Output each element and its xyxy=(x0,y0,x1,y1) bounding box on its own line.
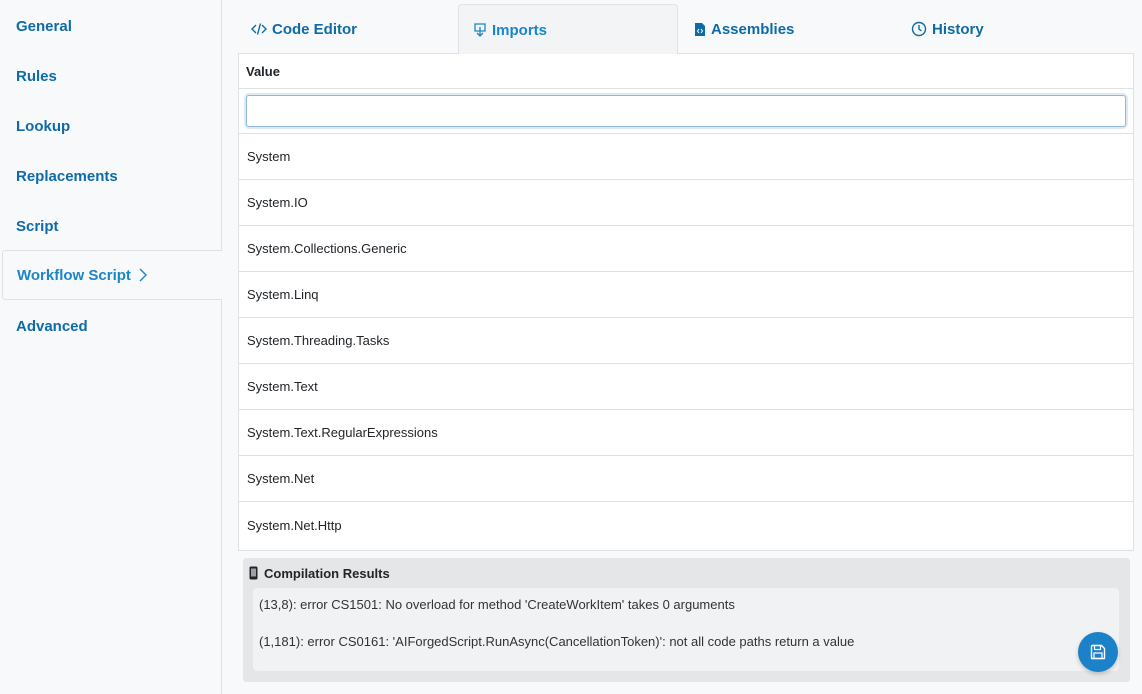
clock-icon xyxy=(911,21,927,37)
sidebar-item-label: Workflow Script xyxy=(17,266,131,284)
table-row[interactable]: System xyxy=(239,134,1133,180)
file-code-icon xyxy=(695,22,705,36)
sidebar-item-label: Script xyxy=(16,217,59,235)
tab-bar: Code Editor Imports Assemblies History xyxy=(238,4,1134,55)
table-row[interactable]: System.Text.RegularExpressions xyxy=(239,410,1133,456)
sidebar-item-label: Replacements xyxy=(16,167,118,185)
import-icon xyxy=(474,23,486,37)
sidebar-item-general[interactable]: General xyxy=(2,1,222,51)
table-row[interactable]: System.Net.Http xyxy=(239,502,1133,548)
sidebar-item-replacements[interactable]: Replacements xyxy=(2,151,222,201)
sidebar: General Rules Lookup Replacements Script… xyxy=(0,0,222,694)
compilation-messages: (13,8): error CS1501: No overload for me… xyxy=(253,588,1119,671)
imports-table: Value System System.IO System.Collection… xyxy=(238,54,1134,551)
sidebar-item-advanced[interactable]: Advanced xyxy=(2,301,222,351)
table-cell: System.Threading.Tasks xyxy=(247,333,390,348)
sidebar-item-lookup[interactable]: Lookup xyxy=(2,101,222,151)
table-cell: System.Net xyxy=(247,471,315,486)
sidebar-item-label: Advanced xyxy=(16,317,88,335)
sidebar-item-label: Lookup xyxy=(16,117,71,135)
table-row[interactable]: System.IO xyxy=(239,180,1133,226)
table-row[interactable]: System.Collections.Generic xyxy=(239,226,1133,272)
sidebar-item-label: Rules xyxy=(16,67,57,85)
chevron-right-icon xyxy=(139,268,147,282)
tab-label: History xyxy=(932,20,984,38)
table-cell: System.IO xyxy=(247,195,308,210)
tab-imports[interactable]: Imports xyxy=(458,4,678,55)
compilation-results-title: Compilation Results xyxy=(264,565,390,581)
table-cell: System.Text.RegularExpressions xyxy=(247,425,438,440)
compilation-results-header: Compilation Results xyxy=(249,564,390,582)
filter-row xyxy=(239,89,1133,134)
column-header-label: Value xyxy=(246,63,280,79)
filter-input[interactable] xyxy=(246,95,1126,127)
table-row[interactable]: System.Net xyxy=(239,456,1133,502)
table-cell: System xyxy=(247,149,291,164)
save-icon xyxy=(1090,644,1106,660)
compilation-message: (13,8): error CS1501: No overload for me… xyxy=(259,597,735,612)
tab-label: Assemblies xyxy=(711,20,795,38)
column-header-value[interactable]: Value xyxy=(239,54,1133,89)
table-row[interactable]: System.Text xyxy=(239,364,1133,410)
app-root: General Rules Lookup Replacements Script… xyxy=(0,0,1142,694)
save-button[interactable] xyxy=(1078,632,1118,672)
tab-label: Imports xyxy=(492,21,548,39)
tab-code-editor[interactable]: Code Editor xyxy=(251,4,357,54)
tab-label: Code Editor xyxy=(272,20,357,38)
sidebar-item-rules[interactable]: Rules xyxy=(2,51,222,101)
phone-icon xyxy=(249,566,258,580)
tab-assemblies[interactable]: Assemblies xyxy=(694,4,794,54)
tab-history[interactable]: History xyxy=(911,4,984,54)
table-cell: System.Collections.Generic xyxy=(247,241,407,256)
table-cell: System.Text xyxy=(247,379,318,394)
sidebar-item-script[interactable]: Script xyxy=(2,201,222,251)
table-cell: System.Linq xyxy=(247,287,319,302)
table-row[interactable]: System.Linq xyxy=(239,272,1133,318)
sidebar-item-label: General xyxy=(16,17,72,35)
compilation-results-panel: Compilation Results (13,8): error CS1501… xyxy=(243,558,1130,682)
code-icon xyxy=(251,23,267,35)
sidebar-item-workflow-script[interactable]: Workflow Script xyxy=(2,250,222,300)
table-row[interactable]: System.Threading.Tasks xyxy=(239,318,1133,364)
compilation-message: (1,181): error CS0161: 'AIForgedScript.R… xyxy=(259,634,855,649)
table-cell: System.Net.Http xyxy=(247,517,342,533)
